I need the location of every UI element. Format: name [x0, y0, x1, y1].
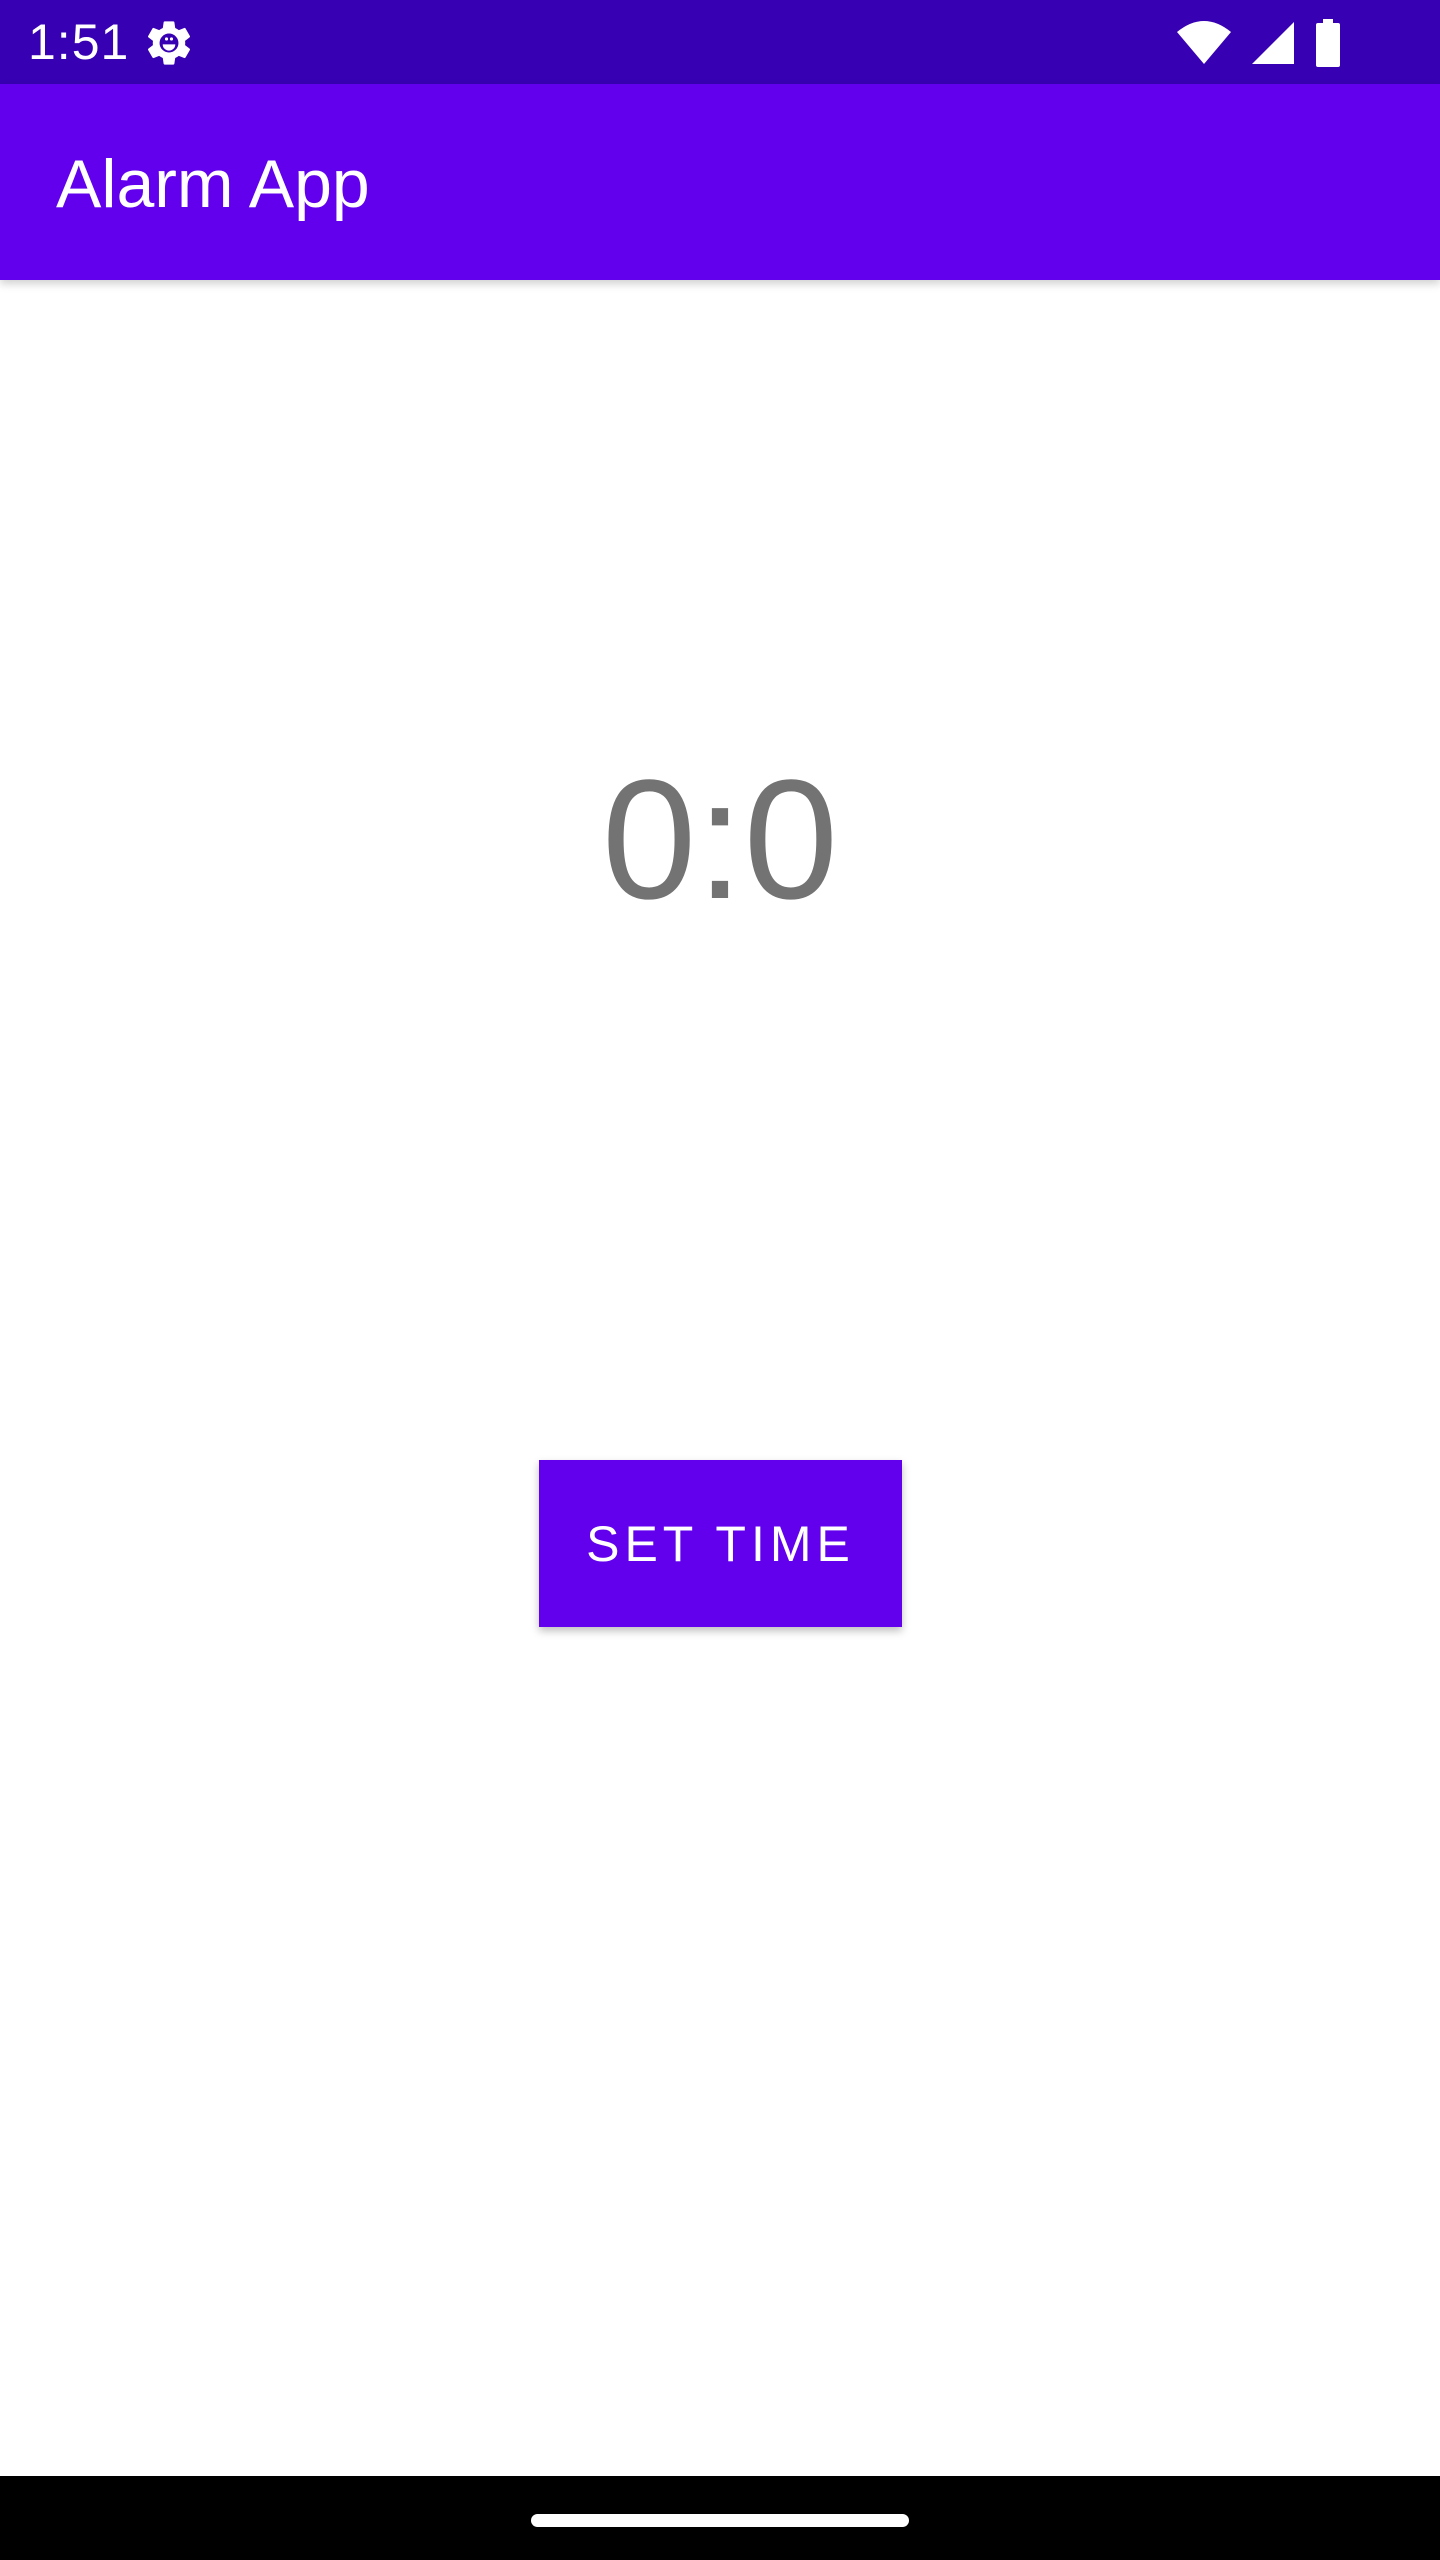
cellular-signal-icon — [1252, 22, 1294, 64]
navigation-bar — [0, 2476, 1440, 2560]
home-gesture-handle[interactable] — [531, 2514, 909, 2527]
settings-gear-icon — [147, 21, 191, 65]
status-bar: 1:51 — [0, 0, 1440, 84]
app-bar: Alarm App — [0, 84, 1440, 280]
alarm-app-screen: 1:51 Alarm App 0:0 SET TIME — [0, 0, 1440, 2560]
set-time-button[interactable]: SET TIME — [539, 1460, 902, 1627]
status-time: 1:51 — [28, 14, 130, 70]
battery-icon — [1316, 19, 1340, 67]
wifi-icon — [1177, 21, 1231, 64]
status-icons — [1176, 18, 1342, 68]
alarm-time-display: 0:0 — [601, 745, 839, 935]
app-title: Alarm App — [56, 146, 370, 222]
